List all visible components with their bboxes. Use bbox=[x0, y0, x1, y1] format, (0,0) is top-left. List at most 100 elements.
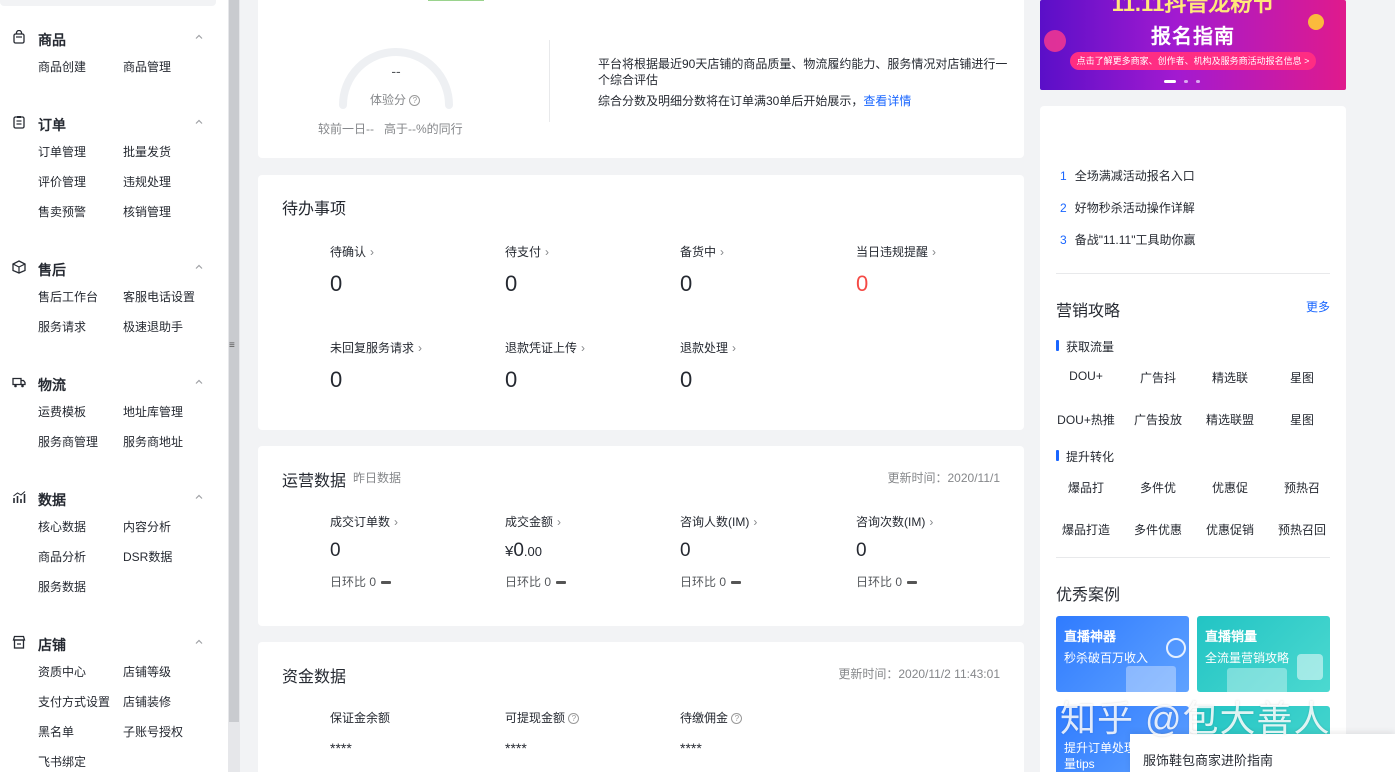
nav-section-header[interactable]: 售后 bbox=[0, 258, 216, 278]
todo-item-label[interactable]: 未回复服务请求 › bbox=[330, 339, 422, 356]
marketing-tool[interactable]: 星图 bbox=[1272, 411, 1332, 428]
marketing-tool[interactable]: 精选联盟 bbox=[1200, 411, 1260, 428]
sidebar-item[interactable]: 内容分析 bbox=[123, 518, 171, 535]
sidebar-scroll-thumb[interactable] bbox=[229, 0, 239, 722]
chevron-up-icon[interactable] bbox=[194, 261, 204, 271]
promo-banner[interactable]: 11.11抖音龙粉节 报名指南 点击了解更多商家、创作者、机构及服务商活动报名信… bbox=[1040, 0, 1346, 90]
sidebar-item[interactable]: 服务商地址 bbox=[123, 433, 183, 450]
sidebar-item[interactable]: 售后工作台 bbox=[38, 288, 98, 305]
todo-item-label[interactable]: 待支付 › bbox=[505, 243, 549, 260]
nav-section-header[interactable]: 数据 bbox=[0, 488, 216, 508]
sidebar-item[interactable]: 违规处理 bbox=[123, 173, 171, 190]
sidebar-item[interactable]: 支付方式设置 bbox=[38, 693, 110, 710]
sidebar-item[interactable]: 商品分析 bbox=[38, 548, 86, 565]
sidebar-item[interactable]: 客服电话设置 bbox=[123, 288, 195, 305]
sidebar-item[interactable]: 商品管理 bbox=[123, 58, 171, 75]
nav-section-title: 店铺 bbox=[38, 637, 66, 653]
sidebar-item[interactable]: 飞书绑定 bbox=[38, 753, 86, 770]
case-card-live-sales[interactable]: 直播销量 全流量营销攻略 bbox=[1197, 616, 1330, 692]
sidebar-item[interactable]: 黑名单 bbox=[38, 723, 74, 740]
marketing-tool[interactable]: 多件优惠 bbox=[1128, 521, 1188, 538]
question-icon[interactable]: ? bbox=[568, 713, 580, 725]
case-card-live-tool[interactable]: 直播神器 秒杀破百万收入 bbox=[1056, 616, 1189, 692]
sidebar-item[interactable]: 运费模板 bbox=[38, 403, 86, 420]
banner-dot-active[interactable] bbox=[1164, 80, 1176, 83]
sidebar-item[interactable]: 核销管理 bbox=[123, 203, 171, 220]
todo-item-label[interactable]: 退款凭证上传 › bbox=[505, 339, 585, 356]
sidebar: 商品商品创建 商品管理订单订单管理 批量发货评价管理 违规处理售卖预警 核销管理售后售后… bbox=[0, 0, 228, 772]
marketing-tool[interactable]: 预热召回 bbox=[1272, 521, 1332, 538]
nav-section-header[interactable]: 订单 bbox=[0, 113, 216, 133]
marketing-tool[interactable]: 优惠促销 bbox=[1200, 521, 1260, 538]
chevron-up-icon[interactable] bbox=[194, 636, 204, 646]
marketing-tool[interactable]: 优惠促 bbox=[1200, 479, 1260, 496]
banner-cta[interactable]: 点击了解更多商家、创作者、机构及服务商活动报名信息 > bbox=[1070, 52, 1316, 70]
todo-item-label[interactable]: 待确认 › bbox=[330, 243, 374, 260]
sidebar-item[interactable]: 售卖预警 bbox=[38, 203, 86, 220]
sidebar-item[interactable]: 服务商管理 bbox=[38, 433, 98, 450]
sidebar-item[interactable]: 商品创建 bbox=[38, 58, 86, 75]
sidebar-item[interactable]: 服务请求 bbox=[38, 318, 86, 335]
sidebar-item[interactable]: 评价管理 bbox=[38, 173, 86, 190]
chevron-up-icon[interactable] bbox=[194, 116, 204, 126]
sidebar-item[interactable]: 子账号授权 bbox=[123, 723, 183, 740]
banner-dots[interactable] bbox=[1164, 80, 1224, 84]
bag-icon bbox=[12, 29, 26, 44]
ops-metric-label[interactable]: 成交金额 › bbox=[505, 513, 561, 530]
sidebar-item[interactable]: 批量发货 bbox=[123, 143, 171, 160]
sidebar-item[interactable]: 店铺装修 bbox=[123, 693, 171, 710]
truck-icon bbox=[12, 375, 26, 389]
sidebar-item[interactable]: 订单管理 bbox=[38, 143, 86, 160]
marketing-tool[interactable]: DOU+ bbox=[1056, 369, 1116, 383]
chevron-up-icon[interactable] bbox=[194, 376, 204, 386]
todo-item-value[interactable]: 0 bbox=[330, 367, 342, 393]
chevron-up-icon[interactable] bbox=[194, 491, 204, 501]
marketing-group-conversion: 提升转化 bbox=[1056, 448, 1114, 465]
notice-item[interactable]: 2 好物秒杀活动操作详解 bbox=[1060, 199, 1195, 216]
notice-index: 2 bbox=[1060, 201, 1067, 215]
marketing-tool[interactable]: 广告抖 bbox=[1128, 369, 1188, 386]
todo-item-value[interactable]: 0 bbox=[505, 271, 517, 297]
nav-section-header[interactable]: 店铺 bbox=[0, 633, 216, 653]
todo-item-value[interactable]: 0 bbox=[330, 271, 342, 297]
todo-item-label[interactable]: 退款处理 › bbox=[680, 339, 736, 356]
ops-metric-label[interactable]: 咨询人数(IM) › bbox=[680, 513, 757, 530]
marketing-tool[interactable]: 预热召 bbox=[1272, 479, 1332, 496]
sidebar-item[interactable]: 核心数据 bbox=[38, 518, 86, 535]
chevron-up-icon[interactable] bbox=[194, 31, 204, 41]
todo-item-label[interactable]: 备货中 › bbox=[680, 243, 724, 260]
marketing-tool[interactable]: 爆品打造 bbox=[1056, 521, 1116, 538]
marketing-tool[interactable]: 爆品打 bbox=[1056, 479, 1116, 496]
todo-item-value[interactable]: 0 bbox=[680, 271, 692, 297]
todo-item-value[interactable]: 0 bbox=[680, 367, 692, 393]
todo-item-label[interactable]: 当日违规提醒 › bbox=[856, 243, 936, 260]
marketing-tool[interactable]: 多件优 bbox=[1128, 479, 1188, 496]
marketing-tool[interactable]: DOU+热推 bbox=[1056, 411, 1116, 428]
marketing-tool[interactable]: 精选联 bbox=[1200, 369, 1260, 386]
splitter-grip-icon[interactable]: ≡ bbox=[229, 340, 235, 351]
banner-dot[interactable] bbox=[1196, 80, 1200, 83]
ops-metric-label[interactable]: 咨询次数(IM) › bbox=[856, 513, 933, 530]
nav-section-header[interactable]: 商品 bbox=[0, 28, 216, 48]
todo-item-value[interactable]: 0 bbox=[856, 271, 868, 297]
sidebar-item[interactable]: 极速退助手 bbox=[123, 318, 183, 335]
question-icon[interactable]: ? bbox=[409, 95, 421, 107]
sidebar-item[interactable]: 地址库管理 bbox=[123, 403, 183, 420]
sidebar-item[interactable]: DSR数据 bbox=[123, 548, 172, 565]
marketing-more-link[interactable]: 更多 bbox=[1306, 298, 1330, 315]
sidebar-item[interactable]: 服务数据 bbox=[38, 578, 86, 595]
nav-section-header[interactable]: 物流 bbox=[0, 373, 216, 393]
sidebar-item[interactable]: 店铺等级 bbox=[123, 663, 171, 680]
todo-item-value[interactable]: 0 bbox=[505, 367, 517, 393]
sidebar-item[interactable]: 资质中心 bbox=[38, 663, 86, 680]
ops-metric-change: 日环比 0 bbox=[856, 573, 918, 590]
question-icon[interactable]: ? bbox=[731, 713, 743, 725]
score-detail-link[interactable]: 查看详情 bbox=[863, 94, 911, 108]
marketing-tool[interactable]: 星图 bbox=[1272, 369, 1332, 386]
notice-item[interactable]: 1 全场满减活动报名入口 bbox=[1060, 167, 1195, 184]
ops-metric-label[interactable]: 成交订单数 › bbox=[330, 513, 398, 530]
marketing-tool[interactable]: 广告投放 bbox=[1128, 411, 1188, 428]
chevron-right-icon: › bbox=[545, 245, 550, 259]
banner-dot[interactable] bbox=[1184, 80, 1188, 83]
notice-item[interactable]: 3 备战"11.11"工具助你赢 bbox=[1060, 231, 1195, 248]
